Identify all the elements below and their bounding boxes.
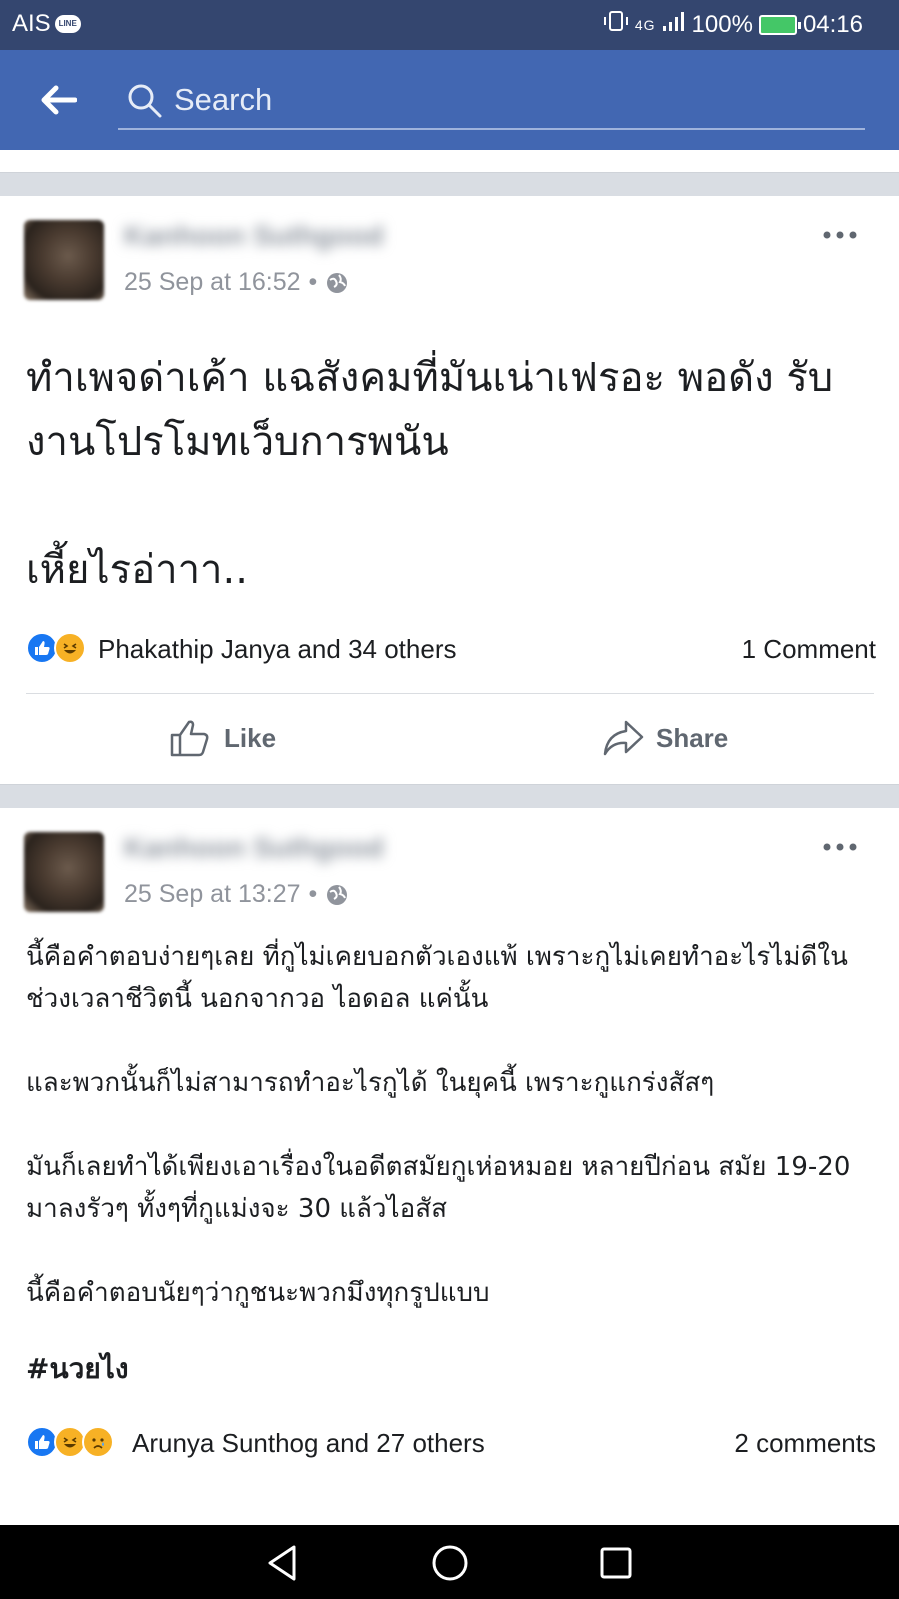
share-arrow-icon [603,720,644,756]
sad-reaction-icon [82,1426,114,1458]
post-card: Kanhoon Suthgood 25 Sep at 16:52 • ทำเพจ… [0,196,899,784]
nav-back-button[interactable] [258,1539,306,1587]
author-avatar[interactable] [24,832,104,912]
battery-icon [758,14,801,35]
author-name[interactable]: Kanhoon Suthgood [124,832,384,866]
globe-icon [327,884,348,905]
divider [26,693,874,694]
more-options-button[interactable] [815,220,865,250]
like-label: Like [224,722,277,753]
share-label: Share [656,722,729,753]
nav-home-button[interactable] [426,1539,474,1587]
triangle-back-icon [268,1545,296,1581]
haha-reaction-icon [54,632,86,664]
line-app-icon: LINE [54,15,81,33]
nav-recents-button[interactable] [592,1539,640,1587]
search-icon [128,84,162,118]
meta-separator: • [308,268,318,296]
top-navbar [0,50,899,150]
feed-separator [0,784,899,808]
vibrate-icon [603,10,629,39]
signal-icon [662,10,686,39]
system-navigation-bar [0,1525,899,1599]
ellipsis-icon [823,231,857,239]
post-card: Kanhoon Suthgood 25 Sep at 13:27 • นี้คื… [0,808,899,1525]
status-bar: AIS LINE 4G 100% 04:16 [0,0,899,50]
more-options-button[interactable] [815,832,865,862]
post-body: นี้คือคำตอบง่ายๆเลย ที่กูไม่เคยบอกตัวเอง… [26,942,851,1308]
reaction-names[interactable]: Arunya Sunthog and 27 others [132,1428,485,1459]
author-avatar[interactable] [24,220,104,300]
post-body: ทำเพจด่าเค้า แฉสังคมที่มันเน่าเฟรอะ พอดั… [26,355,834,593]
share-button[interactable]: Share [602,718,728,758]
meta-separator: • [308,880,318,908]
thumbs-up-icon [170,720,209,757]
feed-separator [0,172,899,196]
reactions-summary[interactable]: Phakathip Janya and 34 others 1 Comment [26,628,876,668]
hashtag-link[interactable]: #นวยไง [26,1348,876,1390]
battery-percent: 100% [691,10,753,38]
post-date[interactable]: 25 Sep at 13:27 [124,880,301,909]
carrier-label: AIS [12,10,51,37]
post-date[interactable]: 25 Sep at 16:52 [124,268,301,297]
circle-home-icon [432,1545,468,1581]
back-arrow-icon [41,85,77,115]
like-button[interactable]: Like [170,718,276,758]
globe-icon [327,272,348,293]
network-type-label: 4G [634,16,656,33]
author-name[interactable]: Kanhoon Suthgood [124,220,384,254]
reactions-summary[interactable]: Arunya Sunthog and 27 others 2 comments [26,1422,876,1462]
comment-count[interactable]: 1 Comment [742,634,876,665]
back-button[interactable] [28,72,88,128]
comment-count[interactable]: 2 comments [734,1428,876,1459]
search-input[interactable] [174,80,834,120]
reaction-names[interactable]: Phakathip Janya and 34 others [98,634,456,665]
ellipsis-icon [823,843,857,851]
search-bar[interactable] [118,72,865,130]
square-recents-icon [600,1547,632,1579]
clock: 04:16 [802,10,863,38]
